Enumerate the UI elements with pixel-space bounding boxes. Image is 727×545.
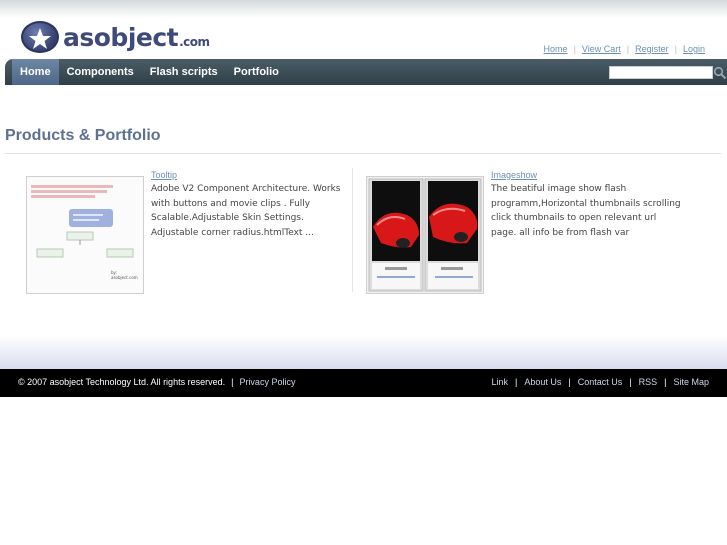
product-title-tooltip[interactable]: Tooltip (151, 170, 177, 180)
footer-gradient-band (0, 336, 727, 369)
toplink-home[interactable]: Home (544, 44, 568, 54)
separator: | (515, 377, 518, 387)
toplink-login[interactable]: Login (683, 44, 705, 54)
star-logo-icon (21, 21, 59, 53)
site-logo[interactable]: asobject.com (21, 19, 210, 55)
page-title: Products & Portfolio (5, 127, 161, 144)
heading-divider (5, 153, 721, 154)
search-icon[interactable] (713, 65, 727, 80)
product-divider (352, 168, 353, 292)
thumbnail-caption: by: asobject.com (111, 270, 138, 280)
footer-link-contact-us[interactable]: Contact Us (578, 377, 623, 387)
separator: | (629, 377, 632, 387)
product-description-imageshow: The beatiful image show flash programm,H… (491, 184, 681, 238)
separator: | (664, 377, 667, 387)
footer-link-about-us[interactable]: About Us (524, 377, 561, 387)
imageshow-thumbnail[interactable] (366, 176, 484, 294)
footer: © 2007 asobject Technology Ltd. All righ… (0, 369, 727, 397)
logo-text: asobject.com (63, 22, 210, 52)
separator: | (626, 44, 630, 54)
footer-link-link[interactable]: Link (492, 377, 509, 387)
product-title-imageshow[interactable]: Imageshow (491, 170, 537, 180)
main-nav: Home Components Flash scripts Portfolio (5, 59, 727, 85)
search-input[interactable] (609, 66, 713, 79)
footer-link-rss[interactable]: RSS (639, 377, 658, 387)
top-gradient-strip (0, 0, 727, 18)
top-links: Home | View Cart | Register | Login (538, 44, 711, 54)
separator: | (573, 44, 576, 54)
footer-link-site-map[interactable]: Site Map (673, 377, 709, 387)
separator: | (674, 44, 677, 54)
separator: | (231, 377, 234, 387)
product-description-tooltip: Adobe V2 Component Architecture. Works w… (151, 184, 341, 238)
nav-portfolio[interactable]: Portfolio (226, 59, 287, 85)
toplink-view-cart[interactable]: View Cart (582, 44, 621, 54)
separator: | (568, 377, 571, 387)
nav-components[interactable]: Components (59, 59, 142, 85)
tooltip-thumbnail[interactable]: by: asobject.com (26, 176, 144, 294)
privacy-policy-link[interactable]: Privacy Policy (239, 377, 295, 387)
nav-home[interactable]: Home (12, 59, 59, 85)
nav-flash-scripts[interactable]: Flash scripts (142, 59, 226, 85)
copyright-text: © 2007 asobject Technology Ltd. All righ… (18, 377, 226, 387)
toplink-register[interactable]: Register (635, 44, 669, 54)
